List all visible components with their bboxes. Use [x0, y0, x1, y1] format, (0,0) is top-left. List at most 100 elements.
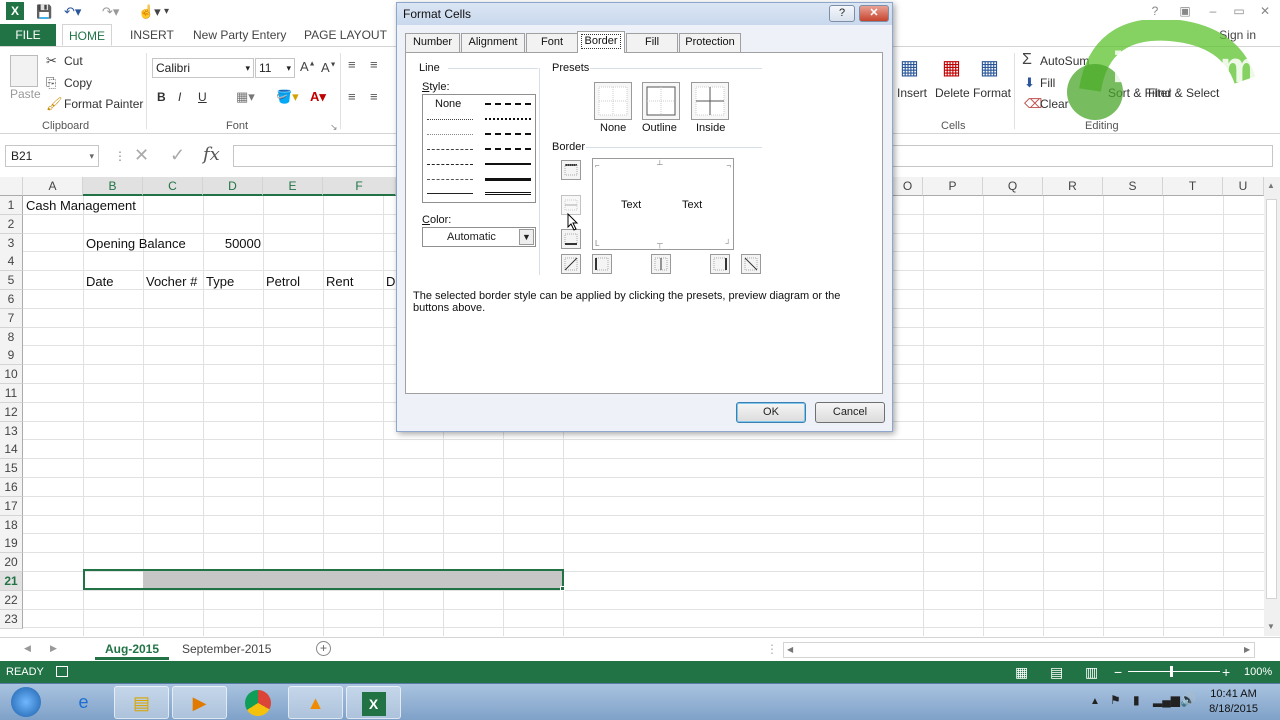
insert-function-button[interactable]: fx: [203, 144, 220, 165]
row-header[interactable]: 4: [0, 252, 23, 272]
row-header[interactable]: 20: [0, 553, 23, 573]
format-painter-button[interactable]: Format Painter: [64, 97, 143, 111]
row-header[interactable]: 18: [0, 515, 23, 535]
fill-color-icon[interactable]: 🪣▾: [276, 89, 299, 105]
cell-c5[interactable]: Vocher #: [146, 272, 197, 291]
border-center-button[interactable]: [651, 254, 671, 274]
cell-a1[interactable]: Cash Management: [26, 196, 136, 215]
column-header[interactable]: F: [323, 177, 396, 196]
scroll-left-icon[interactable]: ◀: [787, 645, 793, 654]
sheet-tab-aug-2015[interactable]: Aug-2015: [95, 638, 170, 660]
insert-button[interactable]: Insert: [897, 86, 927, 100]
row-header[interactable]: 15: [0, 459, 23, 479]
border-right-button[interactable]: [710, 254, 730, 274]
color-dropdown[interactable]: Automatic ▼: [422, 227, 536, 247]
action-center-icon[interactable]: ⚑: [1110, 693, 1121, 707]
row-header[interactable]: 13: [0, 421, 23, 441]
cut-button[interactable]: Cut: [64, 54, 83, 68]
bold-button[interactable]: B: [157, 90, 166, 104]
file-explorer-icon[interactable]: ▤: [114, 686, 169, 719]
cell-d3[interactable]: 50000: [203, 234, 261, 253]
align-top-icon[interactable]: ≡: [348, 57, 356, 72]
row-header[interactable]: 16: [0, 478, 23, 497]
line-style-option[interactable]: [485, 103, 531, 105]
line-style-option[interactable]: [485, 192, 531, 195]
italic-button[interactable]: I: [178, 90, 181, 104]
scroll-sheets-left-icon[interactable]: ◀: [24, 643, 31, 654]
column-header[interactable]: E: [263, 177, 323, 196]
tab-new-party-entery[interactable]: New Party Entery: [187, 24, 292, 46]
row-header[interactable]: 21: [0, 572, 23, 591]
dialog-tab-fill[interactable]: Fill: [626, 33, 678, 52]
undo-icon[interactable]: ↶▾: [64, 3, 81, 20]
horizontal-scrollbar[interactable]: ◀ ▶: [783, 642, 1255, 658]
zoom-level[interactable]: 100%: [1244, 661, 1272, 683]
underline-button[interactable]: U: [198, 90, 207, 104]
touch-mode-icon[interactable]: ☝▾: [138, 3, 161, 20]
sheet-tab-september-2015[interactable]: September-2015: [172, 638, 281, 660]
chevron-down-icon[interactable]: ▼: [519, 229, 534, 245]
help-icon[interactable]: ?: [1144, 2, 1166, 20]
excel-taskbar-icon[interactable]: X: [346, 686, 401, 719]
normal-view-icon[interactable]: ▦: [1015, 661, 1028, 683]
border-middle-button[interactable]: [561, 195, 581, 215]
row-header[interactable]: 7: [0, 308, 23, 328]
dialog-tab-protection[interactable]: Protection: [679, 33, 741, 52]
column-header[interactable]: A: [23, 177, 83, 196]
format-button[interactable]: Format: [973, 86, 1011, 100]
zoom-out-icon[interactable]: −: [1114, 661, 1122, 683]
cell-f5[interactable]: Rent: [326, 272, 353, 291]
cell-e5[interactable]: Petrol: [266, 272, 300, 291]
chrome-icon[interactable]: [230, 686, 285, 719]
zoom-in-icon[interactable]: +: [1222, 661, 1230, 683]
media-player-icon[interactable]: ▶: [172, 686, 227, 719]
start-orb-icon[interactable]: [2, 686, 50, 719]
row-header[interactable]: 17: [0, 496, 23, 516]
borders-icon[interactable]: ▦▾: [236, 89, 255, 105]
row-header[interactable]: 22: [0, 590, 23, 610]
font-size-select[interactable]: 11 ▾: [255, 58, 295, 78]
macro-record-icon[interactable]: [56, 666, 68, 677]
line-style-option[interactable]: [427, 119, 473, 120]
dialog-close-button[interactable]: ✕: [859, 5, 889, 22]
save-icon[interactable]: 💾: [36, 3, 52, 20]
name-box[interactable]: B21 ▾: [5, 145, 99, 167]
tab-page-layout[interactable]: PAGE LAYOUT: [298, 24, 393, 46]
excel-app-icon[interactable]: X: [6, 2, 24, 20]
cell-b5[interactable]: Date: [86, 272, 113, 291]
line-style-option[interactable]: [427, 164, 473, 165]
redo-icon[interactable]: ↷▾: [102, 3, 119, 20]
paste-button[interactable]: Paste: [10, 87, 41, 101]
minimize-button[interactable]: –: [1202, 2, 1224, 20]
page-layout-view-icon[interactable]: ▤: [1050, 661, 1063, 683]
dialog-launcher-icon[interactable]: ↘: [330, 122, 338, 133]
column-header[interactable]: T: [1163, 177, 1223, 196]
row-header[interactable]: 23: [0, 609, 23, 629]
line-style-option[interactable]: [485, 163, 531, 165]
battery-icon[interactable]: ▮: [1133, 693, 1140, 707]
tab-file[interactable]: FILE: [0, 24, 56, 46]
line-style-option[interactable]: [485, 178, 531, 181]
close-button[interactable]: ✕: [1254, 2, 1276, 20]
network-icon[interactable]: ▂▄▆: [1153, 693, 1180, 707]
dialog-tab-font[interactable]: Font: [526, 33, 578, 52]
vertical-scrollbar[interactable]: ▲ ▼: [1264, 177, 1280, 636]
align-middle-icon[interactable]: ≡: [370, 57, 378, 72]
column-header[interactable]: P: [923, 177, 983, 196]
shrink-font-icon[interactable]: A▼: [321, 60, 337, 75]
zoom-slider[interactable]: [1128, 671, 1220, 672]
column-header[interactable]: S: [1103, 177, 1163, 196]
cell-b3[interactable]: Opening Balance: [86, 234, 186, 253]
tray-expand-icon[interactable]: ▲: [1090, 696, 1100, 707]
line-style-option[interactable]: [485, 133, 531, 135]
column-header[interactable]: U: [1223, 177, 1264, 196]
dialog-tab-border[interactable]: Border: [577, 31, 625, 53]
border-top-button[interactable]: [561, 160, 581, 180]
preset-none-button[interactable]: [594, 82, 632, 120]
border-left-button[interactable]: [592, 254, 612, 274]
align-left-icon[interactable]: ≡: [348, 89, 356, 104]
new-sheet-icon[interactable]: +: [316, 641, 331, 656]
tab-insert[interactable]: INSERT: [124, 24, 180, 46]
scroll-thumb[interactable]: [1266, 199, 1277, 599]
row-header[interactable]: 3: [0, 233, 23, 253]
